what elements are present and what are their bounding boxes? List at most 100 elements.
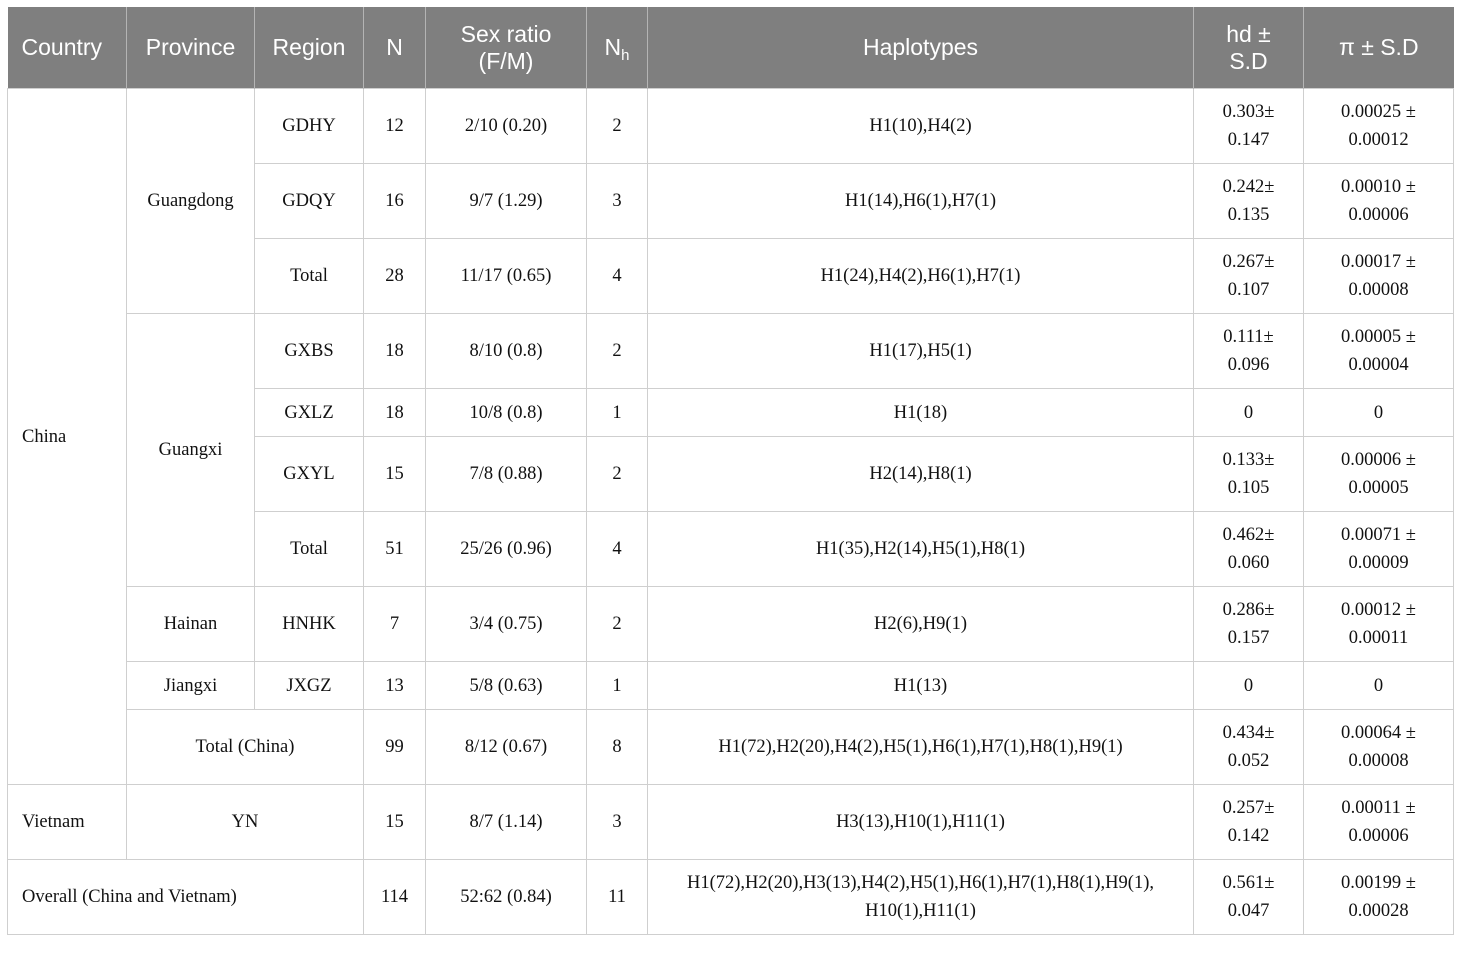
cell-region: HNHK <box>254 586 364 662</box>
cell-region: GXBS <box>254 313 364 389</box>
cell-nh: 3 <box>586 163 648 239</box>
cell-haplotypes: H2(6),H9(1) <box>647 586 1194 662</box>
cell-nh: 1 <box>586 661 648 710</box>
cell-haplotypes: H1(17),H5(1) <box>647 313 1194 389</box>
cell-country: China <box>7 88 127 785</box>
cell-sex-ratio: 9/7 (1.29) <box>425 163 587 239</box>
cell-province: Guangxi <box>126 313 255 587</box>
hd-sd: 0.157 <box>1227 628 1270 648</box>
hd-value: 0.434± <box>1222 723 1275 743</box>
cell-hd: 0.133± 0.105 <box>1193 436 1304 512</box>
cell-haplotypes: H1(24),H4(2),H6(1),H7(1) <box>647 238 1194 314</box>
pi-value: 0.00005 ± <box>1341 327 1416 347</box>
cell-region: GXYL <box>254 436 364 512</box>
cell-region: GDQY <box>254 163 364 239</box>
cell-pi: 0.00199 ± 0.00028 <box>1303 859 1454 935</box>
cell-n: 15 <box>363 784 426 860</box>
cell-hd: 0 <box>1193 661 1304 710</box>
cell-haplotypes: H1(72),H2(20),H4(2),H5(1),H6(1),H7(1),H8… <box>647 709 1194 785</box>
cell-haplotypes: H3(13),H10(1),H11(1) <box>647 784 1194 860</box>
header-nh-sub: h <box>621 47 630 64</box>
hd-value: 0.242± <box>1222 177 1275 197</box>
hd-value: 0.462± <box>1222 525 1275 545</box>
cell-pi: 0.00006 ± 0.00005 <box>1303 436 1454 512</box>
cell-sex-ratio: 11/17 (0.65) <box>425 238 587 314</box>
hd-sd: 0.052 <box>1227 751 1270 771</box>
cell-pi: 0.00071 ± 0.00009 <box>1303 511 1454 587</box>
cell-nh: 11 <box>586 859 648 935</box>
header-nh-main: N <box>604 34 622 60</box>
cell-hd: 0 <box>1193 388 1304 437</box>
cell-n: 51 <box>363 511 426 587</box>
cell-nh: 3 <box>586 784 648 860</box>
header-sex-ratio: Sex ratio (F/M) <box>425 7 587 89</box>
header-row: Country Province Region N Sex ratio (F/M… <box>7 7 1454 89</box>
header-country: Country <box>7 7 127 89</box>
table-row: China Guangdong GDHY 12 2/10 (0.20) 2 H1… <box>7 88 1454 785</box>
cell-pi: 0 <box>1303 661 1454 710</box>
cell-haplotypes: H1(18) <box>647 388 1194 437</box>
cell-nh: 8 <box>586 709 648 785</box>
table-row: Hainan HNHK 7 3/4 (0.75) 2 H2(6),H9(1) 0… <box>8 586 1454 662</box>
haplotypes-line-1: H1(72),H2(20),H3(13),H4(2),H5(1),H6(1),H… <box>686 873 1154 893</box>
pi-value: 0.00071 ± <box>1341 525 1416 545</box>
haplotype-table: Country Province Region N Sex ratio (F/M… <box>7 7 1454 935</box>
pi-sd: 0.00005 <box>1348 478 1409 498</box>
cell-hd: 0.286± 0.157 <box>1193 586 1304 662</box>
hd-sd: 0.060 <box>1227 553 1270 573</box>
cell-province: Guangdong <box>126 88 255 314</box>
cell-hd: 0.561± 0.047 <box>1193 859 1304 935</box>
cell-haplotypes: H2(14),H8(1) <box>647 436 1194 512</box>
cell-n: 18 <box>363 388 426 437</box>
cell-total-label: Total (China) <box>126 709 364 785</box>
cell-sex-ratio: 10/8 (0.8) <box>425 388 587 437</box>
cell-region: GXLZ <box>254 388 364 437</box>
cell-sex-ratio: 8/10 (0.8) <box>425 313 587 389</box>
cell-n: 12 <box>363 88 426 164</box>
cell-region: Total <box>254 511 364 587</box>
pi-sd: 0.00028 <box>1348 901 1409 921</box>
header-nh: Nh <box>586 7 648 89</box>
cell-nh: 2 <box>586 313 648 389</box>
header-n: N <box>363 7 426 89</box>
cell-pi: 0.00017 ± 0.00008 <box>1303 238 1454 314</box>
cell-n: 99 <box>363 709 426 785</box>
cell-hd: 0.111± 0.096 <box>1193 313 1304 389</box>
hd-value: 0.133± <box>1222 450 1275 470</box>
cell-sex-ratio: 8/7 (1.14) <box>425 784 587 860</box>
cell-pi: 0.00011 ± 0.00006 <box>1303 784 1454 860</box>
hd-value: 0.111± <box>1223 327 1274 347</box>
cell-haplotypes: H1(13) <box>647 661 1194 710</box>
cell-n: 15 <box>363 436 426 512</box>
cell-haplotypes: H1(14),H6(1),H7(1) <box>647 163 1194 239</box>
hd-sd: 0.135 <box>1227 205 1270 225</box>
cell-sex-ratio: 7/8 (0.88) <box>425 436 587 512</box>
cell-hd: 0.462± 0.060 <box>1193 511 1304 587</box>
cell-region: JXGZ <box>254 661 364 710</box>
hd-value: 0.303± <box>1222 102 1275 122</box>
cell-nh: 4 <box>586 511 648 587</box>
hd-value: 0.561± <box>1222 873 1275 893</box>
pi-sd: 0.00011 <box>1348 628 1409 648</box>
cell-sex-ratio: 25/26 (0.96) <box>425 511 587 587</box>
cell-nh: 1 <box>586 388 648 437</box>
cell-nh: 2 <box>586 586 648 662</box>
cell-sex-ratio: 2/10 (0.20) <box>425 88 587 164</box>
header-province: Province <box>126 7 255 89</box>
cell-haplotypes: H1(10),H4(2) <box>647 88 1194 164</box>
pi-value: 0.00199 ± <box>1341 873 1416 893</box>
cell-n: 114 <box>363 859 426 935</box>
cell-pi: 0.00005 ± 0.00004 <box>1303 313 1454 389</box>
haplotypes-line-2: H10(1),H11(1) <box>865 901 976 921</box>
hd-sd: 0.147 <box>1227 130 1270 150</box>
table-row-overall: Overall (China and Vietnam) 114 52:62 (0… <box>7 859 1454 935</box>
cell-n: 13 <box>363 661 426 710</box>
header-hd: hd ± S.D <box>1193 7 1304 89</box>
cell-sex-ratio: 3/4 (0.75) <box>425 586 587 662</box>
cell-n: 28 <box>363 238 426 314</box>
cell-province: Hainan <box>126 586 255 662</box>
table-row-total-china: Total (China) 99 8/12 (0.67) 8 H1(72),H2… <box>8 709 1454 785</box>
cell-province: Jiangxi <box>126 661 255 710</box>
table-row: Jiangxi JXGZ 13 5/8 (0.63) 1 H1(13) 0 0 <box>8 661 1454 710</box>
cell-province-region: YN <box>126 784 364 860</box>
